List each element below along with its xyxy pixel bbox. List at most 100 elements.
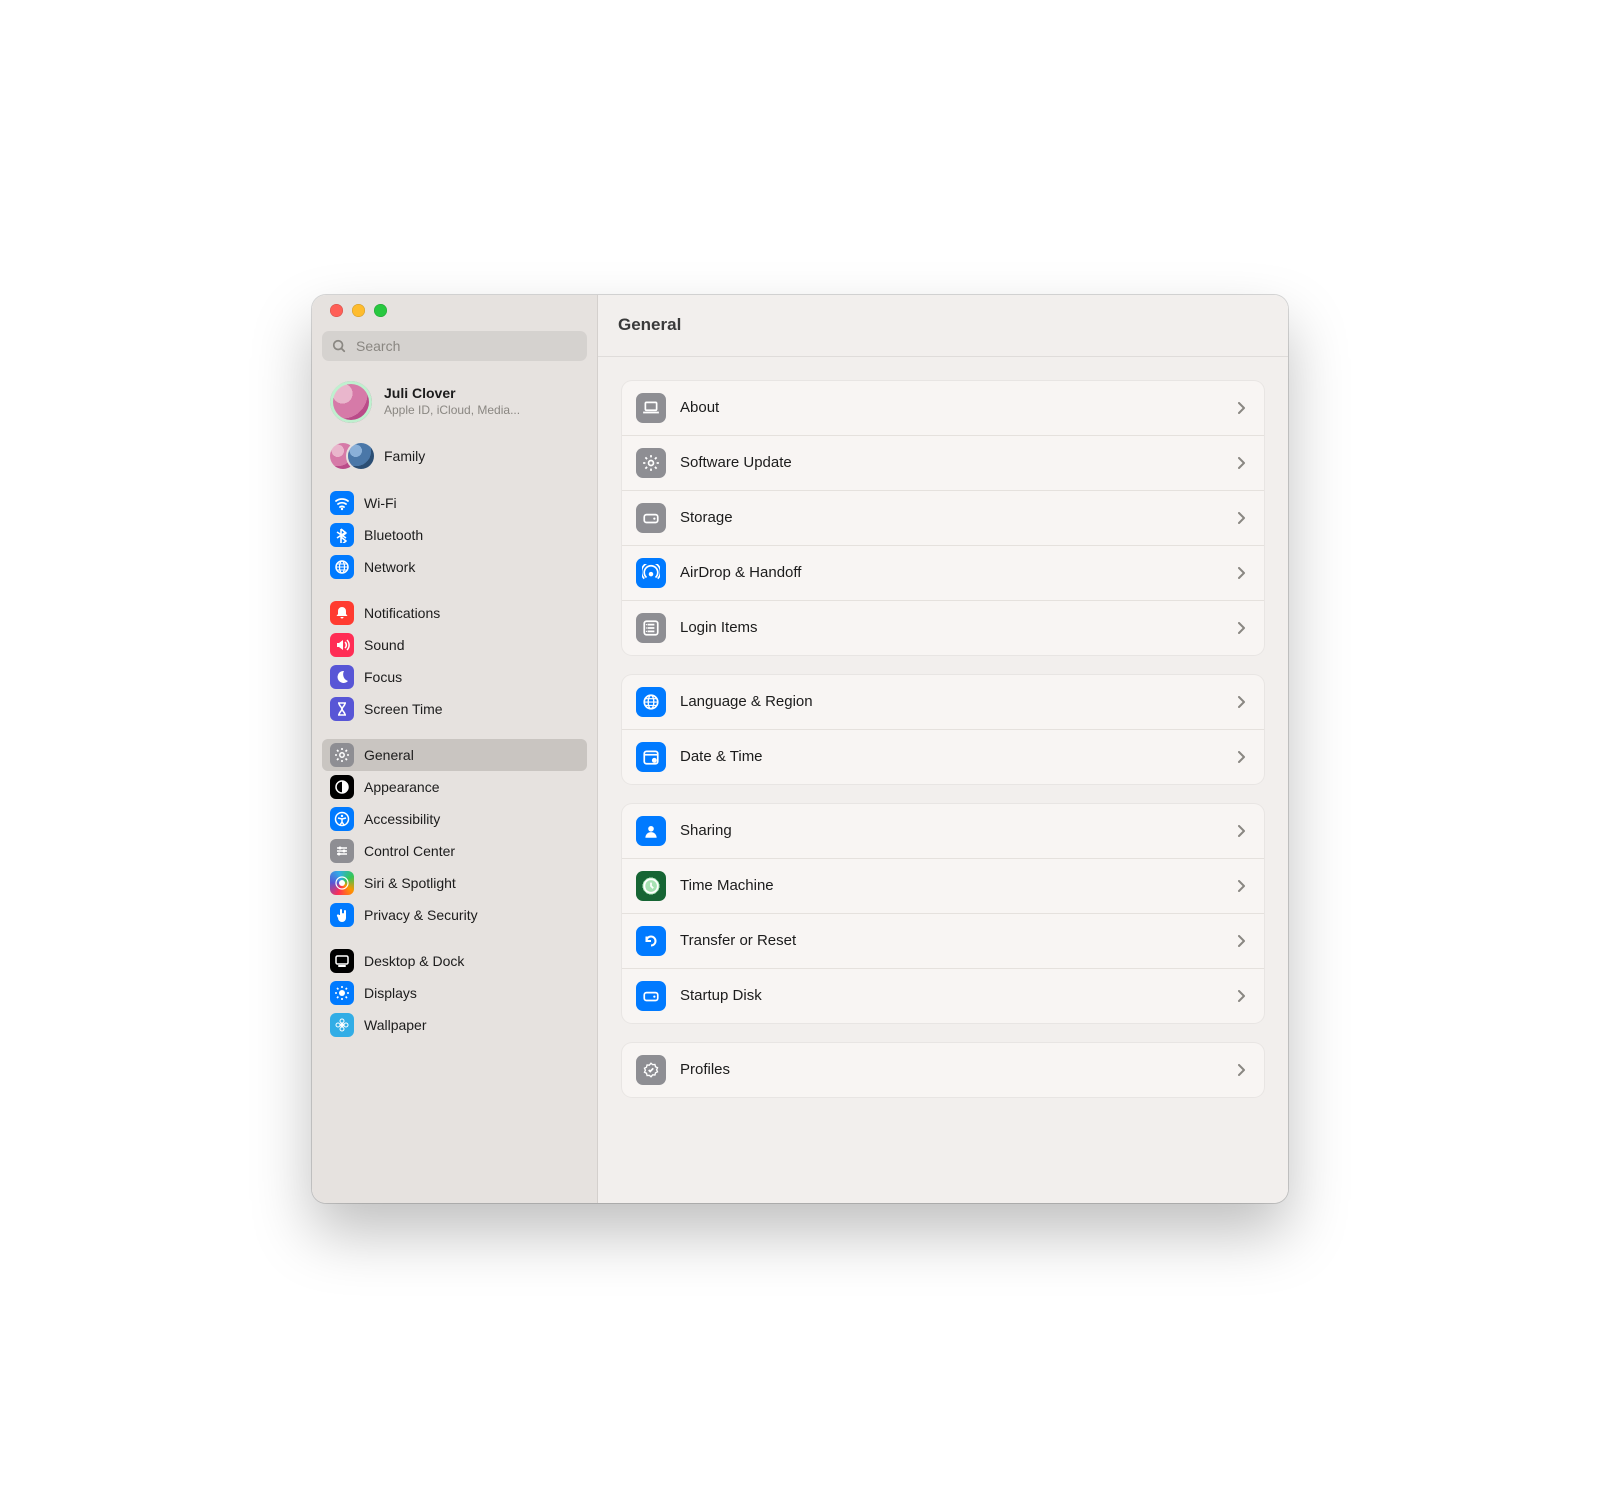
chevron-right-icon — [1238, 1064, 1250, 1076]
sidebar-item-general[interactable]: General — [322, 739, 587, 771]
settings-row-date-time[interactable]: Date & Time — [622, 730, 1264, 784]
sidebar-item-label: Privacy & Security — [364, 907, 478, 923]
bluetooth-icon — [330, 523, 354, 547]
sidebar-item-label: Displays — [364, 985, 417, 1001]
chevron-right-icon — [1238, 990, 1250, 1002]
settings-row-about[interactable]: About — [622, 381, 1264, 436]
avatar — [330, 381, 372, 423]
sidebar-item-label: Screen Time — [364, 701, 443, 717]
row-label: Date & Time — [680, 748, 1224, 765]
siri-icon — [330, 871, 354, 895]
account-subtitle: Apple ID, iCloud, Media... — [384, 403, 520, 417]
sidebar-item-desktop-dock[interactable]: Desktop & Dock — [322, 945, 587, 977]
account-name: Juli Clover — [384, 385, 520, 401]
settings-row-time-machine[interactable]: Time Machine — [622, 859, 1264, 914]
settings-row-sharing[interactable]: Sharing — [622, 804, 1264, 859]
sliders-icon — [330, 839, 354, 863]
row-label: Startup Disk — [680, 987, 1224, 1004]
sun-icon — [330, 981, 354, 1005]
globe-icon — [330, 555, 354, 579]
sidebar-item-label: Network — [364, 559, 415, 575]
sidebar-item-displays[interactable]: Displays — [322, 977, 587, 1009]
chevron-right-icon — [1238, 567, 1250, 579]
chevron-right-icon — [1238, 622, 1250, 634]
sidebar-item-focus[interactable]: Focus — [322, 661, 587, 693]
settings-row-language-region[interactable]: Language & Region — [622, 675, 1264, 730]
sidebar-item-family[interactable]: Family — [322, 439, 587, 473]
reset-icon — [636, 926, 666, 956]
calendar-icon — [636, 742, 666, 772]
sidebar-account[interactable]: Juli Clover Apple ID, iCloud, Media... — [322, 371, 587, 433]
disk-icon — [636, 503, 666, 533]
settings-row-software-update[interactable]: Software Update — [622, 436, 1264, 491]
row-label: Software Update — [680, 454, 1224, 471]
sidebar-item-label: Bluetooth — [364, 527, 423, 543]
airdrop-icon — [636, 558, 666, 588]
globe-icon — [636, 687, 666, 717]
sidebar-item-siri-spotlight[interactable]: Siri & Spotlight — [322, 867, 587, 899]
sidebar-item-label: Wallpaper — [364, 1017, 427, 1033]
row-label: Language & Region — [680, 693, 1224, 710]
sidebar-item-accessibility[interactable]: Accessibility — [322, 803, 587, 835]
sidebar-item-label: Accessibility — [364, 811, 440, 827]
disk-icon — [636, 981, 666, 1011]
chevron-right-icon — [1238, 751, 1250, 763]
moon-icon — [330, 665, 354, 689]
sidebar-item-wi-fi[interactable]: Wi-Fi — [322, 487, 587, 519]
sidebar-item-wallpaper[interactable]: Wallpaper — [322, 1009, 587, 1041]
chevron-right-icon — [1238, 512, 1250, 524]
settings-row-profiles[interactable]: Profiles — [622, 1043, 1264, 1097]
settings-row-startup-disk[interactable]: Startup Disk — [622, 969, 1264, 1023]
row-label: Sharing — [680, 822, 1224, 839]
sidebar-item-notifications[interactable]: Notifications — [322, 597, 587, 629]
search-icon — [332, 339, 346, 353]
row-label: AirDrop & Handoff — [680, 564, 1224, 581]
sidebar-item-sound[interactable]: Sound — [322, 629, 587, 661]
settings-group: Profiles — [622, 1043, 1264, 1097]
sidebar-item-label: Appearance — [364, 779, 440, 795]
settings-row-airdrop-handoff[interactable]: AirDrop & Handoff — [622, 546, 1264, 601]
dock-icon — [330, 949, 354, 973]
sidebar: Juli Clover Apple ID, iCloud, Media... F… — [312, 295, 598, 1203]
settings-row-storage[interactable]: Storage — [622, 491, 1264, 546]
chevron-right-icon — [1238, 402, 1250, 414]
person-icon — [636, 816, 666, 846]
settings-group: Language & Region Date & Time — [622, 675, 1264, 784]
sidebar-item-privacy-security[interactable]: Privacy & Security — [322, 899, 587, 931]
main-panel: General About Software Update Storage Ai… — [598, 295, 1288, 1203]
settings-row-transfer-or-reset[interactable]: Transfer or Reset — [622, 914, 1264, 969]
bell-icon — [330, 601, 354, 625]
gear-icon — [636, 448, 666, 478]
sidebar-item-bluetooth[interactable]: Bluetooth — [322, 519, 587, 551]
sidebar-item-screen-time[interactable]: Screen Time — [322, 693, 587, 725]
hourglass-icon — [330, 697, 354, 721]
flower-icon — [330, 1013, 354, 1037]
sidebar-item-control-center[interactable]: Control Center — [322, 835, 587, 867]
gear-icon — [330, 743, 354, 767]
chevron-right-icon — [1238, 880, 1250, 892]
row-label: Profiles — [680, 1061, 1224, 1078]
sidebar-item-label: Desktop & Dock — [364, 953, 464, 969]
sidebar-item-label: Sound — [364, 637, 404, 653]
sidebar-item-label: Control Center — [364, 843, 455, 859]
sidebar-item-network[interactable]: Network — [322, 551, 587, 583]
maximize-button[interactable] — [374, 304, 387, 317]
settings-row-login-items[interactable]: Login Items — [622, 601, 1264, 655]
close-button[interactable] — [330, 304, 343, 317]
sidebar-item-appearance[interactable]: Appearance — [322, 771, 587, 803]
wifi-icon — [330, 491, 354, 515]
chevron-right-icon — [1238, 935, 1250, 947]
contrast-icon — [330, 775, 354, 799]
speaker-icon — [330, 633, 354, 657]
row-label: Transfer or Reset — [680, 932, 1224, 949]
row-label: About — [680, 399, 1224, 416]
accessibility-icon — [330, 807, 354, 831]
list-icon — [636, 613, 666, 643]
minimize-button[interactable] — [352, 304, 365, 317]
chevron-right-icon — [1238, 825, 1250, 837]
row-label: Time Machine — [680, 877, 1224, 894]
search-input[interactable] — [322, 331, 587, 361]
sidebar-item-label: Family — [384, 448, 425, 464]
settings-window: Juli Clover Apple ID, iCloud, Media... F… — [312, 295, 1288, 1203]
sidebar-item-label: Focus — [364, 669, 402, 685]
